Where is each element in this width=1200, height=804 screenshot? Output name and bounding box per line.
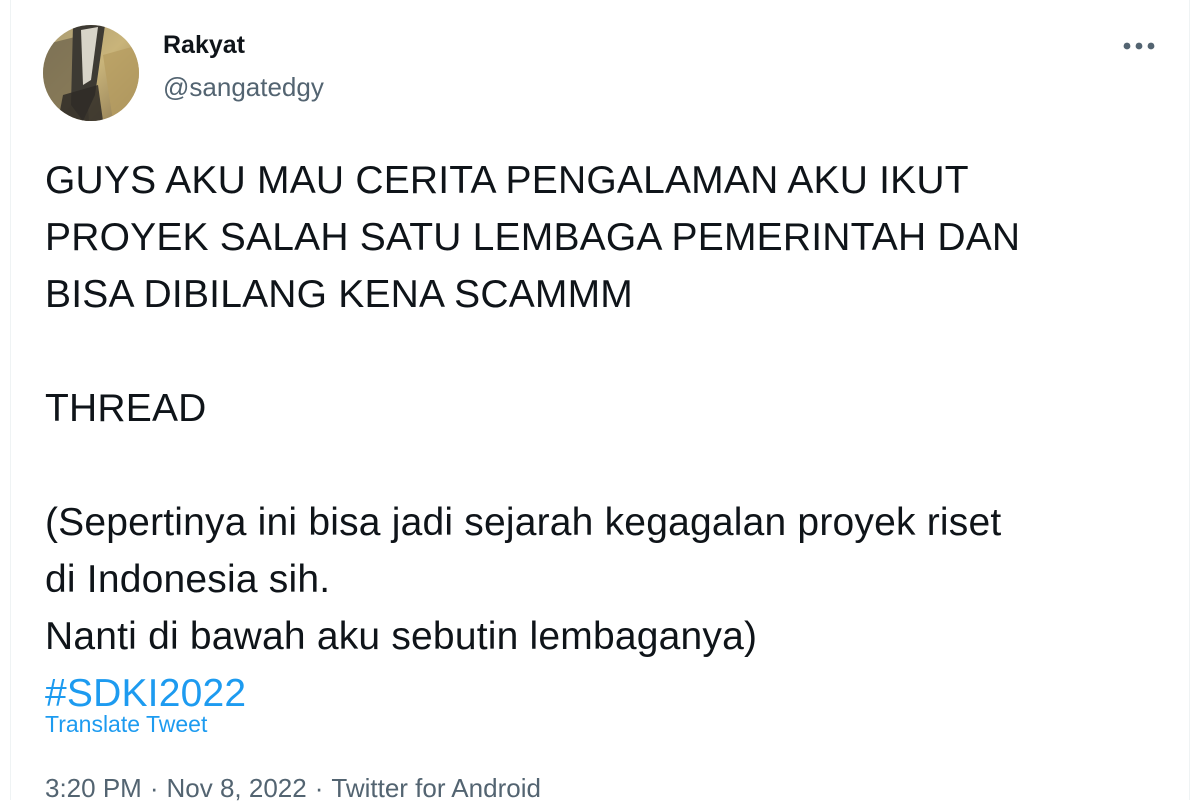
- tweet-text-line: di Indonesia sih.: [45, 558, 331, 601]
- avatar-image: [43, 25, 139, 121]
- tweet-text-line: GUYS AKU MAU CERITA PENGALAMAN AKU IKUT: [45, 159, 969, 202]
- more-options-button[interactable]: [1115, 26, 1163, 66]
- tweet-text-line: (Sepertinya ini bisa jadi sejarah kegaga…: [45, 501, 1002, 544]
- tweet-text-line: PROYEK SALAH SATU LEMBAGA PEMERINTAH DAN: [45, 216, 1021, 259]
- tweet-card: Rakyat @sangatedgy GUYS AKU MAU CERITA P…: [10, 0, 1190, 803]
- avatar[interactable]: [43, 25, 139, 121]
- tweet-text-line: BISA DIBILANG KENA SCAMMM: [45, 273, 633, 316]
- tweet-text-line: Nanti di bawah aku sebutin lembaganya): [45, 615, 758, 658]
- author-handle[interactable]: @sangatedgy: [163, 72, 324, 103]
- more-horizontal-icon: [1123, 42, 1155, 50]
- tweet-text-line: THREAD: [45, 387, 207, 430]
- translate-tweet-link[interactable]: Translate Tweet: [45, 711, 207, 738]
- tweet-date[interactable]: Nov 8, 2022: [167, 773, 307, 804]
- tweet-metadata: 3:20 PM · Nov 8, 2022 · Twitter for Android: [45, 773, 541, 804]
- tweet-time[interactable]: 3:20 PM: [45, 773, 142, 804]
- tweet-body: GUYS AKU MAU CERITA PENGALAMAN AKU IKUT …: [45, 152, 1165, 722]
- author-display-name[interactable]: Rakyat: [163, 31, 245, 60]
- tweet-source[interactable]: Twitter for Android: [331, 773, 541, 804]
- meta-separator: ·: [149, 773, 159, 803]
- meta-separator: ·: [314, 773, 324, 803]
- hashtag-link[interactable]: #SDKI2022: [45, 665, 1165, 722]
